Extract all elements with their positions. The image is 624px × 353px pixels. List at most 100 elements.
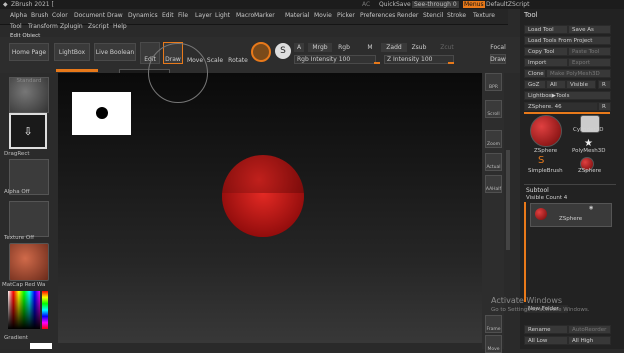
app-logo-icon: ◆	[3, 1, 8, 8]
strip-move-button[interactable]: Move	[485, 335, 502, 353]
export-button[interactable]: Export	[568, 58, 611, 67]
subtool-name: ZSphere	[559, 216, 583, 222]
eye-icon[interactable]: ◉	[589, 205, 593, 211]
subtool-header[interactable]: Subtool	[526, 187, 549, 194]
rgb-intensity-slider[interactable]: Rgb Intensity 100	[294, 55, 376, 64]
color-picker[interactable]	[8, 291, 40, 329]
subtool-scrollbar[interactable]	[524, 202, 526, 302]
menu-stencil[interactable]: Stencil	[423, 12, 443, 19]
strip-actual-button[interactable]: Actual	[485, 153, 502, 171]
zsphere-model[interactable]	[222, 155, 304, 237]
copy-tool-button[interactable]: Copy Tool	[524, 47, 568, 56]
menu-help[interactable]: Help	[113, 23, 127, 30]
zsphere-tool-icon[interactable]	[530, 115, 562, 147]
simplebrush-icon[interactable]: S	[538, 155, 544, 166]
menu-texture[interactable]: Texture	[473, 12, 495, 19]
zcut-toggle[interactable]: Zcut	[440, 43, 454, 52]
subtool-item[interactable]: ZSphere ◉	[530, 203, 612, 227]
menu-draw[interactable]: Draw	[107, 12, 123, 19]
menus-toggle[interactable]: Menus	[463, 1, 485, 8]
import-button[interactable]: Import	[524, 58, 568, 67]
home-page-button[interactable]: Home Page	[9, 43, 49, 61]
rename-button[interactable]: Rename	[524, 325, 568, 334]
menu-edit[interactable]: Edit	[162, 12, 174, 19]
goz-button[interactable]: GoZ	[524, 80, 546, 89]
z-intensity-handle[interactable]	[448, 62, 454, 64]
autoreorder-button[interactable]: AutoReorder	[568, 325, 611, 334]
top-toolbar: Home Page LightBox Live Boolean Edit Dra…	[0, 37, 520, 73]
load-tool-button[interactable]: Load Tool	[524, 25, 568, 34]
lightbox-tools-button[interactable]: Lightbox▶Tools	[524, 91, 611, 100]
default-script[interactable]: DefaultZScript	[486, 1, 529, 8]
zsub-toggle[interactable]: Zsub	[410, 43, 428, 52]
lightbox-indicator	[56, 69, 98, 72]
menu-color[interactable]: Color	[52, 12, 68, 19]
see-through-slider[interactable]: See-through 0	[412, 1, 459, 8]
menu-dynamics[interactable]: Dynamics	[128, 12, 158, 19]
document-canvas[interactable]	[58, 43, 482, 343]
material-sphere-icon[interactable]	[251, 42, 271, 62]
rotate-button[interactable]: Rotate	[228, 42, 248, 64]
stroke-dragrect-icon[interactable]: ⇩	[9, 113, 47, 149]
zsphere-slider[interactable]: ZSphere. 46	[524, 102, 598, 111]
r-button[interactable]: R	[598, 80, 611, 89]
z-intensity-slider[interactable]: Z Intensity 100	[384, 55, 454, 64]
menu-render[interactable]: Render	[397, 12, 418, 19]
zsphere-slider-fill	[524, 112, 610, 114]
scale-button[interactable]: Scale	[206, 42, 224, 64]
menu-material[interactable]: Material	[285, 12, 309, 19]
paste-tool-button[interactable]: Paste Tool	[568, 47, 611, 56]
menu-marker[interactable]: Marker	[254, 12, 275, 19]
r-button-2[interactable]: R	[598, 102, 611, 111]
lightbox-button[interactable]: LightBox	[54, 43, 90, 61]
a-toggle[interactable]: A	[294, 43, 304, 52]
strip-bpr-button[interactable]: BPR	[485, 73, 502, 91]
brush-swap-icon[interactable]: S	[275, 43, 291, 59]
zsphere2-label: ZSphere	[578, 168, 602, 174]
strip-scroll-button[interactable]: Scroll	[485, 100, 502, 118]
mrgb-toggle[interactable]: Mrgb	[308, 43, 332, 52]
quicksave-button[interactable]: QuickSave	[379, 1, 411, 8]
all-button[interactable]: All	[546, 80, 566, 89]
zadd-toggle[interactable]: Zadd	[381, 43, 407, 52]
menu-light[interactable]: Light	[215, 12, 230, 19]
menu-stroke[interactable]: Stroke	[447, 12, 466, 19]
hue-strip[interactable]	[42, 291, 48, 329]
strip-frame-button[interactable]: Frame	[485, 315, 502, 333]
menu-picker[interactable]: Picker	[337, 12, 355, 19]
menu-file[interactable]: File	[178, 12, 188, 19]
menu-preferences[interactable]: Preferences	[360, 12, 395, 19]
save-as-button[interactable]: Save As	[568, 25, 611, 34]
menu-macro[interactable]: Macro	[236, 12, 254, 19]
matcap-thumb[interactable]	[9, 243, 49, 281]
menu-brush[interactable]: Brush	[31, 12, 48, 19]
menu-movie[interactable]: Movie	[314, 12, 332, 19]
all-high-button[interactable]: All High	[568, 336, 611, 345]
rgb-toggle[interactable]: Rgb	[336, 43, 352, 52]
left-shelf: Standard ⇩ DragRect Alpha Off Texture Of…	[0, 73, 58, 349]
focal-label[interactable]: Focal	[490, 42, 506, 52]
strip-aahalf-button[interactable]: AAHalf	[485, 175, 502, 193]
menu-transform[interactable]: Transform	[28, 23, 58, 30]
menu-alpha[interactable]: Alpha	[10, 12, 27, 19]
draw-size-label[interactable]: Draw	[490, 54, 506, 64]
all-low-button[interactable]: All Low	[524, 336, 568, 345]
dragrect-label: DragRect	[4, 151, 30, 157]
clone-button[interactable]: Clone	[524, 69, 546, 78]
rgb-intensity-handle[interactable]	[374, 62, 380, 64]
visible-count[interactable]: Visible Count 4	[526, 195, 567, 201]
visible-button[interactable]: Visible	[566, 80, 596, 89]
menu-zplugin[interactable]: Zplugin	[60, 23, 83, 30]
make-polymesh-button[interactable]: Make PolyMesh3D	[546, 69, 611, 78]
menu-zscript[interactable]: Zscript	[88, 23, 109, 30]
menu-tool[interactable]: Tool	[10, 23, 22, 30]
menu-layer[interactable]: Layer	[195, 12, 212, 19]
menu-document[interactable]: Document	[74, 12, 105, 19]
strip-zoom-button[interactable]: Zoom	[485, 130, 502, 148]
canvas-scrollbar[interactable]	[506, 150, 510, 250]
live-boolean-button[interactable]: Live Boolean	[94, 43, 136, 61]
m-toggle[interactable]: M	[366, 43, 374, 52]
texture-thumb[interactable]	[9, 201, 49, 237]
load-tools-project-button[interactable]: Load Tools From Project	[524, 36, 611, 45]
main-color-swatch[interactable]	[30, 343, 52, 349]
